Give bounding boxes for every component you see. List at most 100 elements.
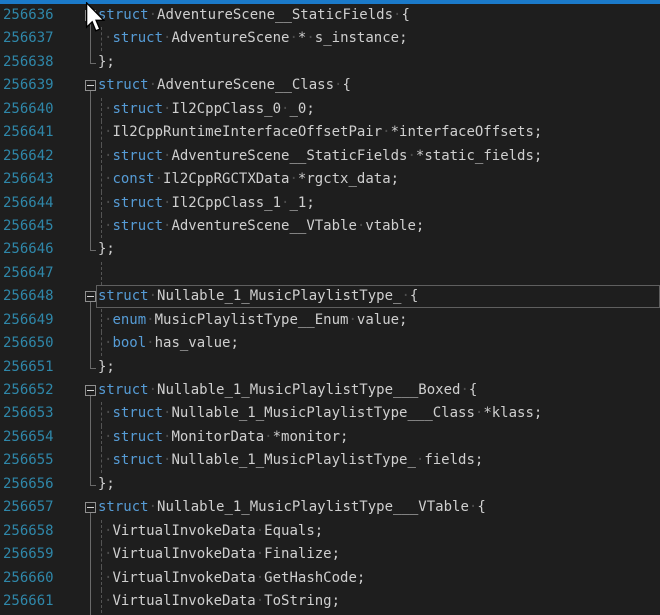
code-line[interactable]: 256643·const·Il2CppRGCTXData·*rgctx_data… [0, 168, 660, 191]
keyword-token: struct [112, 148, 163, 164]
code-line[interactable]: 256639struct·AdventureScene__Class·{ [0, 74, 660, 97]
whitespace-dot: · [146, 312, 154, 328]
line-number[interactable]: 256660 [0, 567, 84, 590]
fold-scope-line [90, 401, 91, 426]
fold-collapse-icon[interactable] [85, 291, 96, 302]
code-line[interactable]: 256651}; [0, 356, 660, 379]
line-number[interactable]: 256643 [0, 168, 84, 191]
keyword-token: struct [112, 30, 163, 46]
code-line[interactable]: 256649·enum·MusicPlaylistType__Enum·valu… [0, 309, 660, 332]
identifier-token: *interfaceOffsets; [391, 124, 543, 140]
line-number[interactable]: 256646 [0, 238, 84, 261]
indent-guide [101, 27, 102, 50]
indent-guide [101, 192, 102, 215]
whitespace-dot: · [149, 77, 157, 93]
fold-margin [84, 168, 98, 191]
indent-guide [101, 449, 102, 472]
line-number[interactable]: 256658 [0, 520, 84, 543]
code-line[interactable]: 256652 struct·Nullable_1_MusicPlaylistTyp… [0, 379, 660, 402]
identifier-token: Finalize; [264, 546, 340, 562]
identifier-token: *static_fields; [416, 148, 542, 164]
code-text: }; [98, 51, 660, 74]
code-line[interactable]: 256641·Il2CppRuntimeInterfaceOffsetPair·… [0, 121, 660, 144]
whitespace-dot: · [256, 546, 264, 562]
code-line[interactable]: 256656}; [0, 473, 660, 496]
line-number[interactable]: 256645 [0, 215, 84, 238]
indent-guide [101, 402, 102, 425]
line-number[interactable]: 256653 [0, 402, 84, 425]
code-line[interactable]: 256659·VirtualInvokeData·Finalize; [0, 543, 660, 566]
line-number[interactable]: 256636 [0, 4, 84, 27]
line-number[interactable]: 256661 [0, 590, 84, 613]
code-text: struct·Nullable_1_MusicPlaylistType___Bo… [98, 379, 660, 402]
code-text: }; [98, 238, 660, 261]
code-line[interactable]: 256657struct·Nullable_1_MusicPlaylistTyp… [0, 496, 660, 519]
code-line[interactable]: 256655·struct·Nullable_1_MusicPlaylistTy… [0, 449, 660, 472]
line-number[interactable]: 256657 [0, 496, 84, 519]
code-line[interactable]: 256650·bool·has_value; [0, 332, 660, 355]
code-line[interactable]: 256642 ·struct·AdventureScene__StaticFiel… [0, 145, 660, 168]
code-line[interactable]: 256636struct·AdventureScene__StaticField… [0, 4, 660, 27]
code-line[interactable]: 256645·struct·AdventureScene__VTable·vta… [0, 215, 660, 238]
line-number[interactable]: 256641 [0, 121, 84, 144]
code-line[interactable]: 256644·struct·Il2CppClass_1·_1; [0, 192, 660, 215]
fold-margin [84, 402, 98, 425]
line-number[interactable]: 256659 [0, 543, 84, 566]
code-line[interactable]: 256637·struct·AdventureScene·*·s_instanc… [0, 27, 660, 50]
identifier-token: }; [98, 476, 115, 492]
fold-collapse-icon[interactable] [85, 502, 96, 513]
code-line[interactable]: 256661·VirtualInvokeData·ToString; [0, 590, 660, 613]
line-number[interactable]: 256647 [0, 262, 84, 285]
identifier-token: AdventureScene__Class [157, 77, 334, 93]
identifier-token: VirtualInvokeData [112, 570, 255, 586]
line-number[interactable]: 256651 [0, 356, 84, 379]
code-text: ·struct·AdventureScene__StaticFields·*st… [98, 145, 660, 168]
code-line[interactable]: 256654·struct·MonitorData·*monitor; [0, 426, 660, 449]
identifier-token: _0; [289, 101, 314, 117]
code-line[interactable]: 256646}; [0, 238, 660, 261]
whitespace-dot: · [306, 30, 314, 46]
fold-scope-line [90, 167, 91, 192]
fold-scope-line [90, 519, 91, 544]
fold-margin [84, 567, 98, 590]
identifier-token: fields; [424, 452, 483, 468]
line-number[interactable]: 256648 [0, 285, 84, 308]
line-number[interactable]: 256650 [0, 332, 84, 355]
indent-guide [101, 121, 102, 144]
fold-collapse-icon[interactable] [85, 80, 96, 91]
line-number[interactable]: 256637 [0, 27, 84, 50]
line-number[interactable]: 256655 [0, 449, 84, 472]
line-number[interactable]: 256652 [0, 379, 84, 402]
code-line[interactable]: 256660·VirtualInvokeData·GetHashCode; [0, 567, 660, 590]
fold-scope-line [90, 214, 91, 239]
code-line[interactable]: 256658·VirtualInvokeData·Equals; [0, 520, 660, 543]
whitespace-dot: · [256, 570, 264, 586]
line-number[interactable]: 256640 [0, 98, 84, 121]
line-number[interactable]: 256654 [0, 426, 84, 449]
indent-guide [101, 590, 102, 613]
code-line[interactable]: 256640·struct·Il2CppClass_0·_0; [0, 98, 660, 121]
identifier-token: value; [357, 312, 408, 328]
code-line[interactable]: 256648struct·Nullable_1_MusicPlaylistTyp… [0, 285, 660, 308]
line-number[interactable]: 256639 [0, 74, 84, 97]
line-number[interactable]: 256656 [0, 473, 84, 496]
code-line[interactable]: 256647 [0, 262, 660, 285]
fold-scope-line [90, 308, 91, 333]
code-line[interactable]: 256653·struct·Nullable_1_MusicPlaylistTy… [0, 402, 660, 425]
whitespace-dot: · [149, 7, 157, 23]
line-number[interactable]: 256644 [0, 192, 84, 215]
identifier-token: VirtualInvokeData [112, 546, 255, 562]
keyword-token: bool [112, 335, 146, 351]
fold-scope-line [90, 425, 91, 450]
fold-collapse-icon[interactable] [85, 385, 96, 396]
fold-collapse-icon[interactable] [85, 10, 96, 21]
keyword-token: struct [112, 218, 163, 234]
code-editor[interactable]: 256636struct·AdventureScene__StaticField… [0, 4, 660, 615]
line-number[interactable]: 256642 [0, 145, 84, 168]
fold-scope-line [90, 191, 91, 216]
fold-margin [84, 192, 98, 215]
line-number[interactable]: 256638 [0, 51, 84, 74]
fold-scope-line [90, 120, 91, 145]
code-line[interactable]: 256638}; [0, 51, 660, 74]
line-number[interactable]: 256649 [0, 309, 84, 332]
